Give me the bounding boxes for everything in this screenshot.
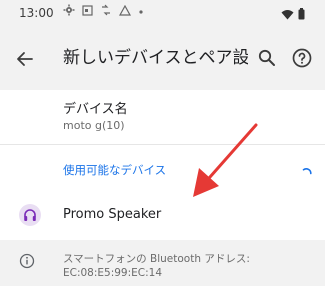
page-title: 新しいデバイスとペア設… xyxy=(63,48,248,68)
status-notification-icons xyxy=(63,4,144,19)
bluetooth-address-line2: EC:08:E5:99:EC:14 xyxy=(63,267,163,279)
loading-spinner-icon xyxy=(301,164,313,176)
signal-arrows-icon xyxy=(100,4,112,19)
device-name-value: moto g(10) xyxy=(63,119,125,132)
headphones-icon xyxy=(19,204,41,226)
app-bar: 新しいデバイスとペア設… xyxy=(0,28,325,90)
device-name: Promo Speaker xyxy=(63,207,162,222)
dot-icon xyxy=(138,5,144,18)
battery-icon xyxy=(298,5,305,24)
alert-icon xyxy=(118,4,132,19)
status-time: 13:00 xyxy=(19,6,54,20)
bluetooth-address-text: スマートフォンの Bluetooth アドレス: EC:08:E5:99:EC:… xyxy=(63,252,303,280)
bluetooth-pair-screen: 13:00 新しいデバイスとペア設… デバイス名 moto g(10) 使用可能… xyxy=(0,0,325,286)
bluetooth-address-info: スマートフォンの Bluetooth アドレス: EC:08:E5:99:EC:… xyxy=(0,240,325,286)
bluetooth-address-line1: スマートフォンの Bluetooth アドレス: xyxy=(63,253,250,265)
info-icon xyxy=(19,253,35,269)
help-icon[interactable] xyxy=(290,46,314,70)
status-bar: 13:00 xyxy=(0,0,325,28)
available-devices-header: 使用可能なデバイス xyxy=(63,163,167,177)
device-name-row[interactable]: デバイス名 moto g(10) xyxy=(0,90,325,140)
device-item-promo-speaker[interactable]: Promo Speaker xyxy=(0,194,325,238)
device-name-label: デバイス名 xyxy=(63,102,128,117)
status-system-icons xyxy=(281,5,305,24)
calendar-icon xyxy=(82,4,93,19)
settings-icon xyxy=(63,4,75,19)
divider xyxy=(0,144,325,145)
wifi-icon xyxy=(281,5,294,24)
back-arrow-icon[interactable] xyxy=(12,46,38,72)
search-icon[interactable] xyxy=(255,46,279,70)
